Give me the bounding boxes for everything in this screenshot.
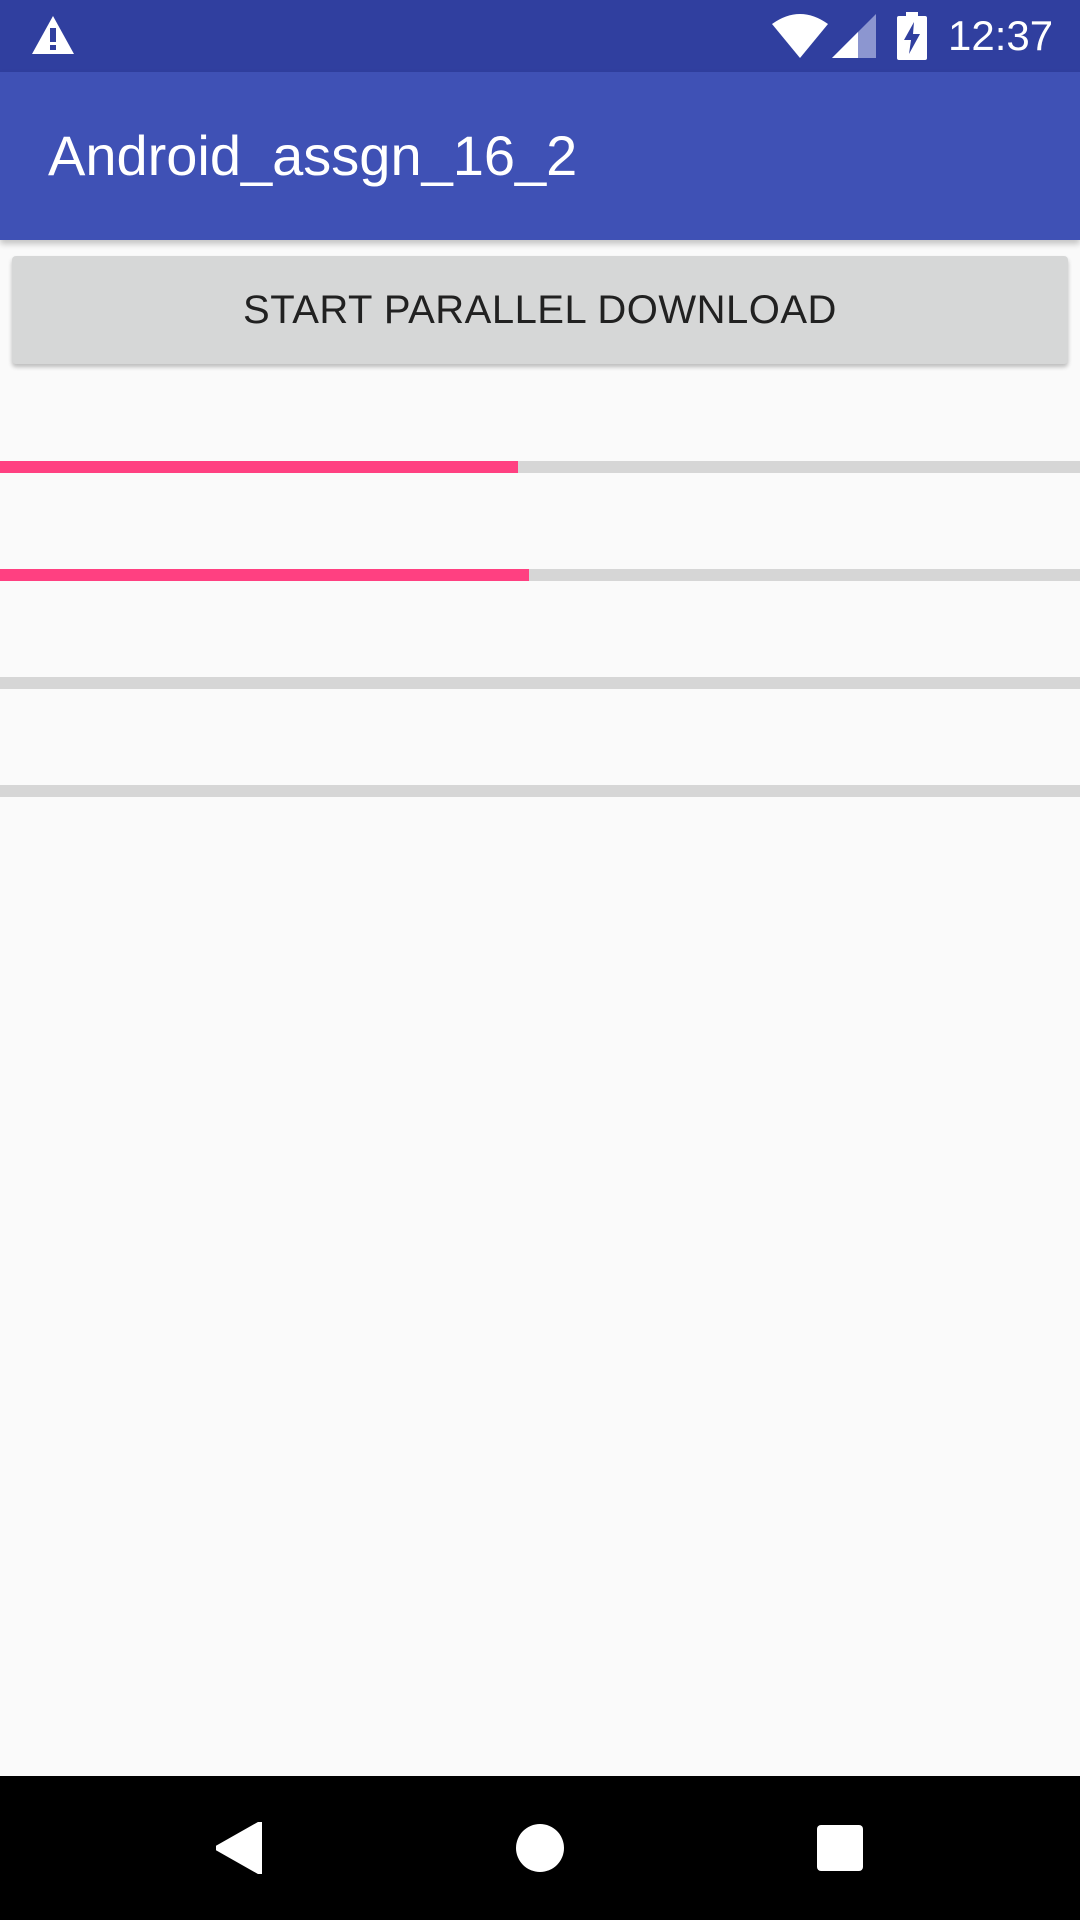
status-clock: 12:37	[948, 12, 1054, 59]
recents-icon[interactable]	[817, 1825, 863, 1871]
warning-icon	[32, 16, 74, 54]
navigation-bar	[0, 1776, 1080, 1920]
app-bar: Android_assgn_16_2	[0, 72, 1080, 240]
app-title: Android_assgn_16_2	[48, 124, 578, 187]
progress-fill	[0, 569, 530, 581]
back-icon[interactable]	[216, 1822, 262, 1874]
battery-charging-icon	[897, 12, 927, 60]
home-icon[interactable]	[516, 1824, 564, 1872]
progress-fill	[0, 461, 519, 473]
progress-bar-2	[0, 569, 1080, 581]
cell-signal-icon	[832, 14, 876, 58]
wifi-icon	[772, 14, 828, 58]
status-bar: 12:37	[0, 0, 1080, 72]
progress-bar-4	[0, 785, 1080, 797]
progress-bar-3	[0, 677, 1080, 689]
progress-bar-1	[0, 461, 1080, 473]
start-parallel-download-button[interactable]: START PARALLEL DOWNLOAD	[12, 256, 1068, 364]
